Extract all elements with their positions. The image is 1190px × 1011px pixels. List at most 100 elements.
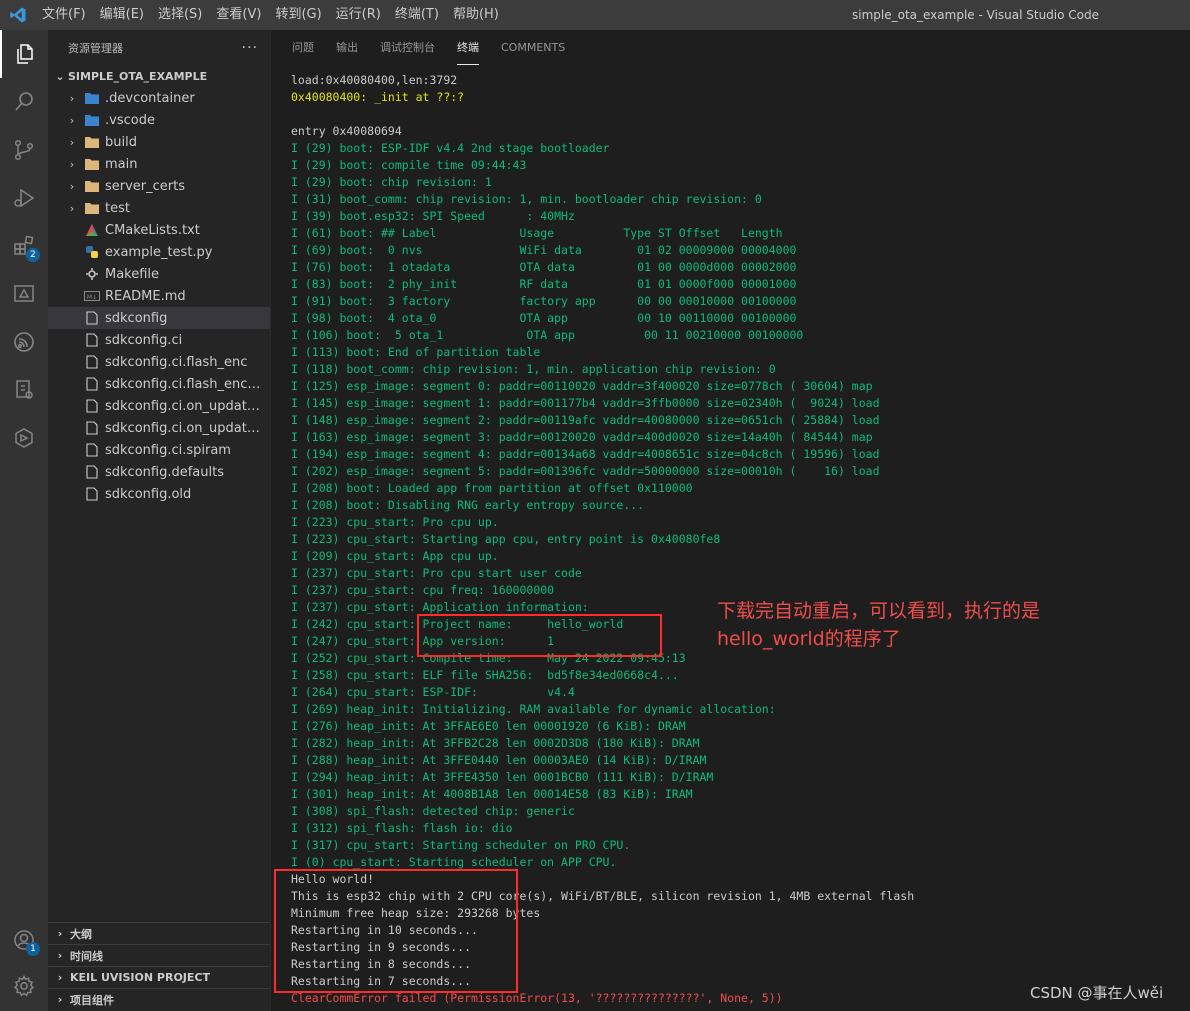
tree-item-label: build [105,134,137,150]
panel-tab[interactable]: 终端 [457,30,479,65]
chevron-right-icon: › [57,993,63,1006]
terminal-line: I (31) boot_comm: chip revision: 1, min.… [291,192,762,206]
espressif-icon[interactable] [0,318,48,366]
tree-item-label: example_test.py [105,244,213,260]
settings-gear-icon[interactable] [0,962,48,1010]
menu-item[interactable]: 查看(V) [210,0,269,30]
menu-item[interactable]: 运行(R) [330,0,389,30]
terminal-line: I (317) cpu_start: Starting scheduler on… [291,838,631,852]
source-control-icon[interactable] [0,126,48,174]
tree-item-label: README.md [105,288,186,304]
svg-text:M↓: M↓ [87,294,97,301]
menu-item[interactable]: 帮助(H) [447,0,507,30]
terminal-output[interactable]: load:0x40080400,len:3792 0x40080400: _ini… [291,72,1190,1007]
tree-folder[interactable]: › .vscode [48,109,270,131]
sidebar-section-header[interactable]: › KEIL UVISION PROJECT [48,966,270,988]
menu-item[interactable]: 选择(S) [152,0,210,30]
tree-file[interactable]: M↓ README.md [48,285,270,307]
tree-file[interactable]: sdkconfig [48,307,270,329]
device-icon[interactable] [0,366,48,414]
tree-folder[interactable]: › .devcontainer [48,87,270,109]
terminal-line: I (83) boot: 2 phy_init RF data 01 01 00… [291,277,797,291]
annotation-line-1: 下载完自动重启，可以看到，执行的是 [717,600,1041,622]
tree-item-label: sdkconfig.ci [105,332,183,348]
tree-item-label: CMakeLists.txt [105,222,200,238]
sidebar-header: 资源管理器 ··· [48,30,270,65]
panel-tab[interactable]: 调试控制台 [380,30,435,65]
file-icon [84,442,100,458]
folder-icon [84,156,100,172]
tree-folder[interactable]: › server_certs [48,175,270,197]
terminal-line: I (208) boot: Disabling RNG early entrop… [291,498,645,512]
sidebar-section-header[interactable]: › 大纲 [48,922,270,944]
panel-tab[interactable]: COMMENTS [501,30,565,65]
terminal-line: I (91) boot: 3 factory factory app 00 00… [291,294,797,308]
terminal-line: I (209) cpu_start: App cpu up. [291,549,499,563]
terminal-line: I (301) heap_init: At 4008B1A8 len 00014… [291,787,693,801]
chevron-right-icon: › [69,113,75,127]
cmake-icon [84,222,100,238]
tree-file[interactable]: sdkconfig.ci.flash_enc [48,351,270,373]
menu-item[interactable]: 编辑(E) [94,0,152,30]
terminal-panel: 问题 输出 调试控制台 终端 COMMENTS load:0x40080400,len:… [270,30,1190,1011]
section-title: 时间线 [70,949,103,963]
terminal-line: I (39) boot.esp32: SPI Speed : 40MHz [291,209,575,223]
container-icon[interactable] [0,414,48,462]
panel-tab[interactable]: 问题 [292,30,314,65]
menu-item[interactable]: 文件(F) [36,0,94,30]
terminal-line: I (113) boot: End of partition table [291,345,541,359]
tree-file[interactable]: sdkconfig.ci.on_update_no... [48,417,270,439]
terminal-line: Hello world! [291,872,375,886]
folder-icon [84,178,100,194]
file-icon [84,310,100,326]
run-debug-icon[interactable] [0,174,48,222]
terminal-line: I (29) boot: compile time 09:44:43 [291,158,527,172]
watermark: CSDN @事在人wěi [1030,984,1164,1002]
search-icon[interactable] [0,78,48,126]
menu-item[interactable]: 终端(T) [389,0,447,30]
terminal-line: I (288) heap_init: At 3FFE0440 len 00003… [291,753,707,767]
workspace-folder-header[interactable]: ⌄ SIMPLE_OTA_EXAMPLE [48,65,270,87]
tree-folder[interactable]: › test [48,197,270,219]
tree-file[interactable]: sdkconfig.ci [48,329,270,351]
tree-file[interactable]: CMakeLists.txt [48,219,270,241]
menu-item[interactable]: 转到(G) [269,0,329,30]
more-actions-icon[interactable]: ··· [242,40,258,56]
tree-file[interactable]: sdkconfig.ci.on_update_no... [48,395,270,417]
title-bar: 文件(F) 编辑(E) 选择(S) 查看(V) 转到(G) 运行(R) 终端(T) 帮助(H)… [0,0,1190,30]
remote-explorer-icon[interactable] [0,270,48,318]
folder-icon [84,134,100,150]
tree-file[interactable]: sdkconfig.ci.spiram [48,439,270,461]
tree-file[interactable]: example_test.py [48,241,270,263]
accounts-icon[interactable]: 1 [0,916,48,964]
tree-item-label: main [105,156,138,172]
terminal-line: I (29) boot: chip revision: 1 [291,175,492,189]
terminal-line: I (163) esp_image: segment 3: paddr=0012… [291,430,873,444]
panel-tab[interactable]: 输出 [336,30,358,65]
terminal-line: 0x40080400: _init at ??:? [291,90,465,104]
terminal-line: I (145) esp_image: segment 1: paddr=0011… [291,396,880,410]
terminal-line: I (223) cpu_start: Starting app cpu, ent… [291,532,721,546]
tree-file[interactable]: Makefile [48,263,270,285]
tree-folder[interactable]: › main [48,153,270,175]
folder-icon [84,200,100,216]
tree-folder[interactable]: › build [48,131,270,153]
file-icon [84,354,100,370]
sidebar-section-header[interactable]: › 项目组件 [48,988,270,1010]
section-title: 项目组件 [70,993,114,1007]
extensions-icon[interactable]: 2 [0,222,48,270]
terminal-line: I (194) esp_image: segment 4: paddr=0013… [291,447,880,461]
explorer-icon[interactable] [0,30,48,78]
chevron-right-icon: › [69,91,75,105]
terminal-line: I (269) heap_init: Initializing. RAM ava… [291,702,776,716]
explorer-sidebar: 资源管理器 ··· ⌄ SIMPLE_OTA_EXAMPLE › .devcont… [48,30,270,1011]
tree-item-label: sdkconfig.ci.on_update_no... [105,420,265,436]
tree-file[interactable]: sdkconfig.defaults [48,461,270,483]
tree-file[interactable]: sdkconfig.old [48,483,270,505]
sidebar-section-header[interactable]: › 时间线 [48,944,270,966]
terminal-line: I (98) boot: 4 ota_0 OTA app 00 10 00110… [291,311,797,325]
makefile-icon [84,266,100,282]
tree-file[interactable]: sdkconfig.ci.flash_enc_wifi [48,373,270,395]
tree-item-label: Makefile [105,266,160,282]
